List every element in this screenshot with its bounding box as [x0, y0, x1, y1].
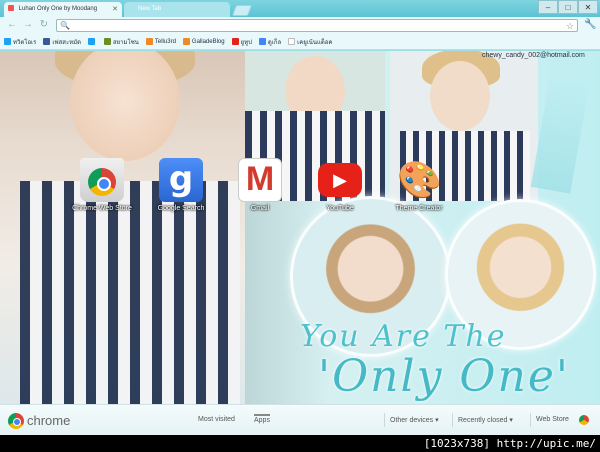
blogger-icon: [145, 38, 153, 45]
app-label: Google Search: [157, 205, 205, 212]
footer-tab-most-visited[interactable]: Most visited: [198, 416, 235, 423]
blogger-icon: [182, 38, 190, 45]
other-devices-menu[interactable]: Other devices ▾: [390, 416, 439, 424]
favicon-icon: [8, 5, 14, 12]
tab-label: Luhan Only One by Moodang: [18, 6, 98, 12]
app-label: Gmail: [250, 205, 270, 212]
forward-button[interactable]: →: [22, 19, 34, 31]
twitter-icon: [87, 38, 95, 45]
photo-striped-shirt: [20, 181, 240, 404]
recently-closed-menu[interactable]: Recently closed ▾: [458, 416, 513, 424]
app-label: YouTube: [326, 205, 354, 212]
browser-window: Luhan Only One by Moodang ✕ New Tab – □ …: [0, 0, 600, 435]
bookmark-item[interactable]: ทวิตโอเร: [4, 37, 36, 47]
bookmark-item[interactable]: ยูทูป: [231, 37, 252, 47]
footer-divider: [530, 413, 531, 427]
tab-new-tab[interactable]: New Tab: [124, 2, 230, 17]
bookmark-item[interactable]: GalladeBlog: [182, 38, 225, 45]
webstore-icon: [80, 158, 124, 202]
minimize-button[interactable]: –: [538, 0, 558, 14]
maximize-button[interactable]: □: [558, 0, 578, 14]
close-window-button[interactable]: ✕: [578, 0, 598, 14]
title-bar: Luhan Only One by Moodang ✕ New Tab – □ …: [0, 0, 600, 17]
tab-label: New Tab: [138, 6, 162, 12]
star-icon[interactable]: ☆: [566, 20, 574, 32]
web-store-icon[interactable]: [579, 415, 589, 425]
wrench-icon[interactable]: 🔧: [584, 19, 596, 31]
photo-face: [430, 61, 490, 131]
web-store-link[interactable]: Web Store: [536, 416, 569, 423]
new-tab-button[interactable]: [231, 5, 253, 16]
twitter-icon: [4, 38, 11, 45]
back-button[interactable]: ←: [6, 19, 18, 31]
facebook-icon: [43, 38, 51, 45]
chrome-logo-icon: [8, 413, 24, 429]
app-label: Theme Creator: [395, 205, 443, 212]
photo-face: [70, 51, 180, 161]
footer-tab-apps[interactable]: Apps: [254, 414, 270, 424]
youtube-icon: ▶: [318, 163, 362, 197]
new-tab-theme-background: chewy_candy_002@hotmail.com You Are The …: [0, 51, 600, 404]
app-youtube[interactable]: ▶ YouTube: [306, 158, 374, 212]
app-theme-creator[interactable]: 🎨 Theme Creator: [385, 158, 453, 212]
bookmark-item[interactable]: ดูเก็ล: [258, 37, 281, 47]
address-bar[interactable]: 🔍 ☆: [56, 19, 578, 32]
reload-button[interactable]: ↻: [38, 19, 50, 31]
google-icon: g: [159, 158, 203, 202]
footer-divider: [384, 413, 385, 427]
page-icon: [288, 38, 296, 45]
palette-icon: 🎨: [397, 159, 442, 200]
bookmarks-bar: ทวิตโอเร เฟสสะหมัด สยามโซน Tellu3rd Gall…: [0, 34, 600, 50]
slogan-line-1: You Are The: [300, 319, 507, 354]
theme-email-text: chewy_candy_002@hotmail.com: [482, 52, 585, 59]
app-label: Chrome Web Store: [72, 205, 132, 212]
app-chrome-web-store[interactable]: Chrome Web Store: [68, 158, 136, 212]
gmail-icon: M: [238, 158, 282, 202]
new-tab-footer: chrome Most visited Apps Other devices ▾…: [0, 404, 600, 435]
bookmark-item[interactable]: เคยูเน้นแด็อค: [288, 37, 332, 47]
google-small-icon: [258, 38, 266, 45]
bookmark-item[interactable]: [87, 38, 97, 45]
siamzone-icon: [103, 38, 111, 45]
search-icon: 🔍: [60, 21, 70, 30]
toolbar: ← → ↻ 🔍 ☆ 🔧: [0, 17, 600, 34]
slogan-line-2: 'Only One': [318, 351, 570, 402]
footer-divider: [452, 413, 453, 427]
app-google-search[interactable]: g Google Search: [147, 158, 215, 212]
tab-luhan-only-one[interactable]: Luhan Only One by Moodang ✕: [4, 2, 122, 17]
image-host-caption: [1023x738] http://upic.me/: [0, 435, 600, 452]
bookmark-item[interactable]: สยามโซน: [103, 37, 139, 47]
bookmark-item[interactable]: เฟสสะหมัด: [43, 37, 81, 47]
chrome-wordmark: chrome: [27, 413, 71, 428]
background-photo-left: [0, 51, 245, 404]
bookmark-item[interactable]: Tellu3rd: [145, 38, 176, 45]
tab-close-icon[interactable]: ✕: [112, 2, 118, 17]
youtube-small-icon: [231, 38, 239, 45]
ribbon-decoration: [530, 78, 590, 194]
app-gmail[interactable]: M Gmail: [226, 158, 294, 212]
